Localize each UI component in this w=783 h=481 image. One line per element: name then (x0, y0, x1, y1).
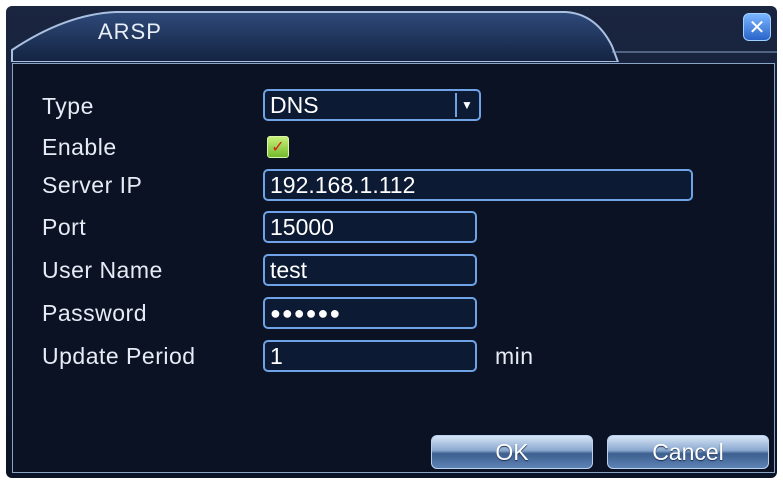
update-period-unit: min (495, 343, 534, 369)
type-label: Type (42, 93, 94, 119)
cancel-button-label: Cancel (652, 438, 724, 465)
port-input[interactable]: 15000 (263, 211, 477, 243)
close-icon: ✕ (748, 15, 766, 39)
server-ip-value: 192.168.1.112 (270, 172, 416, 198)
user-name-value: test (270, 257, 308, 283)
enable-checkbox[interactable]: ✓ (267, 136, 289, 158)
title-bar[interactable]: ARSP ✕ (6, 6, 777, 62)
type-select-value: DNS (270, 92, 319, 118)
update-period-label: Update Period (42, 343, 196, 369)
update-period-value: 1 (270, 343, 283, 369)
user-name-label: User Name (42, 257, 163, 283)
user-name-input[interactable]: test (263, 254, 477, 286)
ok-button[interactable]: OK (431, 435, 593, 469)
arsp-dialog: ARSP ✕ Type DNS ▼ Enable ✓ Server IP 192… (6, 6, 777, 478)
cancel-button[interactable]: Cancel (607, 435, 769, 469)
close-button[interactable]: ✕ (743, 13, 771, 41)
password-value: ●●●●●● (270, 303, 342, 323)
password-input[interactable]: ●●●●●● (263, 297, 477, 329)
checkmark-icon: ✓ (271, 137, 285, 156)
ok-button-label: OK (495, 438, 529, 465)
port-label: Port (42, 214, 87, 240)
server-ip-label: Server IP (42, 172, 143, 198)
update-period-input[interactable]: 1 (263, 340, 477, 372)
dialog-title: ARSP (98, 19, 162, 44)
password-label: Password (42, 300, 147, 326)
enable-label: Enable (42, 134, 117, 160)
type-select[interactable]: DNS ▼ (263, 89, 481, 121)
port-value: 15000 (270, 214, 334, 240)
server-ip-input[interactable]: 192.168.1.112 (263, 169, 693, 201)
form-panel: Type DNS ▼ Enable ✓ Server IP 192.168.1.… (12, 63, 775, 473)
chevron-down-icon[interactable]: ▼ (455, 93, 477, 117)
